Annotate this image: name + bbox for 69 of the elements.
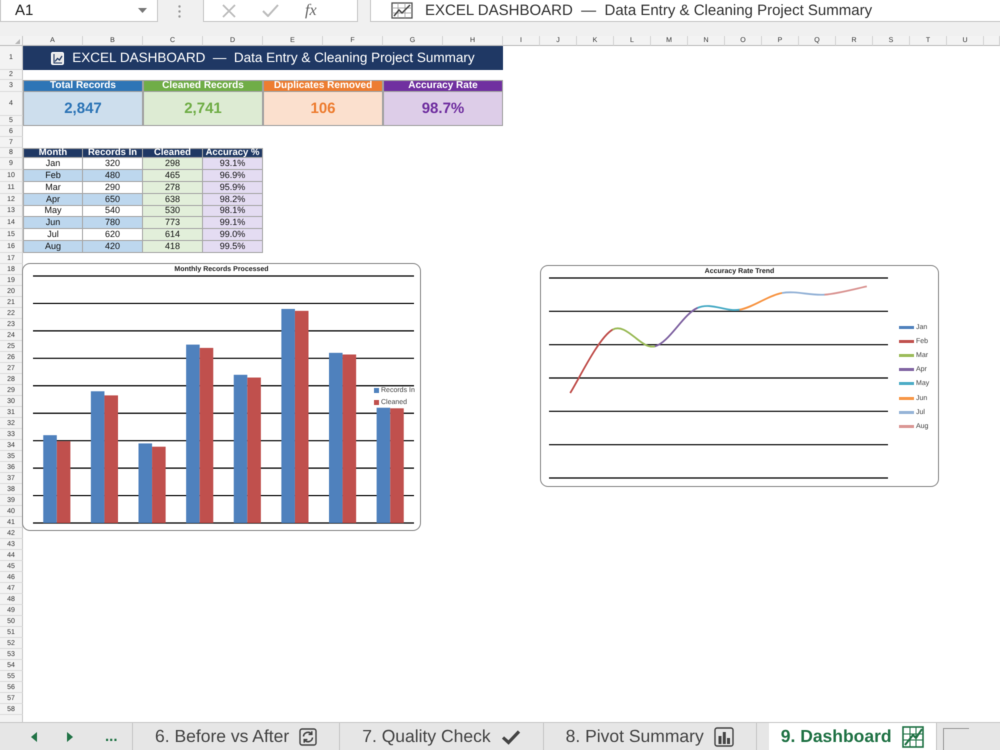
table-cell: 96.9%	[203, 170, 263, 182]
insert-function-button[interactable]: fx	[305, 2, 317, 18]
banner-title: EXCEL DASHBOARD — Data Entry & Cleaning Project Summary	[72, 51, 475, 65]
cancel-icon[interactable]	[222, 4, 236, 18]
table-cell: 540	[83, 206, 143, 218]
table-cell: Jun	[23, 217, 83, 230]
table-cell: 298	[143, 158, 203, 170]
table-header: Accuracy %	[203, 148, 263, 158]
table-cell: Jan	[23, 158, 83, 170]
kpi-label: Total Records	[23, 80, 143, 92]
caret-down-icon	[138, 8, 147, 13]
table-cell: Mar	[23, 182, 83, 194]
table-cell: Feb	[23, 170, 83, 182]
drag-handle-icon[interactable]	[178, 4, 181, 18]
kpi-value: 106	[263, 92, 383, 126]
table-cell: 278	[143, 182, 203, 194]
table-cell: 290	[83, 182, 143, 194]
check-icon[interactable]	[262, 4, 279, 17]
check-icon	[500, 728, 521, 744]
kpi-value: 2,741	[143, 92, 263, 126]
table-cell: 99.1%	[203, 217, 263, 230]
sheet-tab[interactable]: 9. Dashboard	[768, 723, 937, 750]
table-cell: May	[23, 206, 83, 218]
refresh-icon	[299, 728, 318, 746]
add-sheet-button[interactable]	[942, 728, 969, 750]
scroll-left-icon[interactable]	[31, 732, 37, 742]
table-cell: Apr	[23, 194, 83, 206]
name-box[interactable]: A1	[0, 0, 158, 22]
table-cell: 650	[83, 194, 143, 206]
kpi-label: Cleaned Records	[143, 80, 263, 92]
table-cell: 98.1%	[203, 206, 263, 218]
table-cell: 620	[83, 229, 143, 242]
table-header: Month	[23, 148, 83, 158]
row-header[interactable]	[0, 715, 23, 722]
table-cell: 98.2%	[203, 194, 263, 206]
select-all-icon[interactable]	[15, 39, 20, 44]
table-cell: 480	[83, 170, 143, 182]
table-header: Records In	[83, 148, 143, 158]
table-cell: 638	[143, 194, 203, 206]
table-cell: 465	[143, 170, 203, 182]
table-cell: 93.1%	[203, 158, 263, 170]
table-cell: 99.0%	[203, 229, 263, 242]
table-cell: 418	[143, 241, 203, 253]
kpi-value: 98.7%	[383, 92, 503, 126]
table-cell: 420	[83, 241, 143, 253]
table-cell: 320	[83, 158, 143, 170]
table-cell: 773	[143, 217, 203, 230]
kpi-value: 2,847	[23, 92, 143, 126]
bar-chart-icon	[714, 726, 734, 746]
line-chart-icon	[902, 726, 924, 748]
column-header[interactable]	[984, 36, 1000, 46]
table-cell: 614	[143, 229, 203, 242]
chart-icon	[51, 52, 64, 64]
table-cell: 99.5%	[203, 241, 263, 253]
sheet-tab[interactable]: 6. Before vs After	[133, 723, 340, 750]
sheet-tab[interactable]: 7. Quality Check	[340, 723, 544, 750]
scroll-right-icon[interactable]	[67, 732, 73, 742]
table-cell: Jul	[23, 229, 83, 242]
table-cell: 780	[83, 217, 143, 230]
table-cell: 530	[143, 206, 203, 218]
line-chart-icon	[391, 2, 413, 19]
table-cell: Aug	[23, 241, 83, 253]
kpi-label: Accuracy Rate	[383, 80, 503, 92]
table-cell: 95.9%	[203, 182, 263, 194]
kpi-label: Duplicates Removed	[263, 80, 383, 92]
formula-field[interactable]: EXCEL DASHBOARD — Data Entry & Cleaning Project Summary	[370, 0, 1000, 22]
table-header: Cleaned	[143, 148, 203, 158]
sheet-tab[interactable]: 8. Pivot Summary	[544, 723, 757, 750]
more-sheets-button[interactable]: ...	[105, 729, 118, 744]
